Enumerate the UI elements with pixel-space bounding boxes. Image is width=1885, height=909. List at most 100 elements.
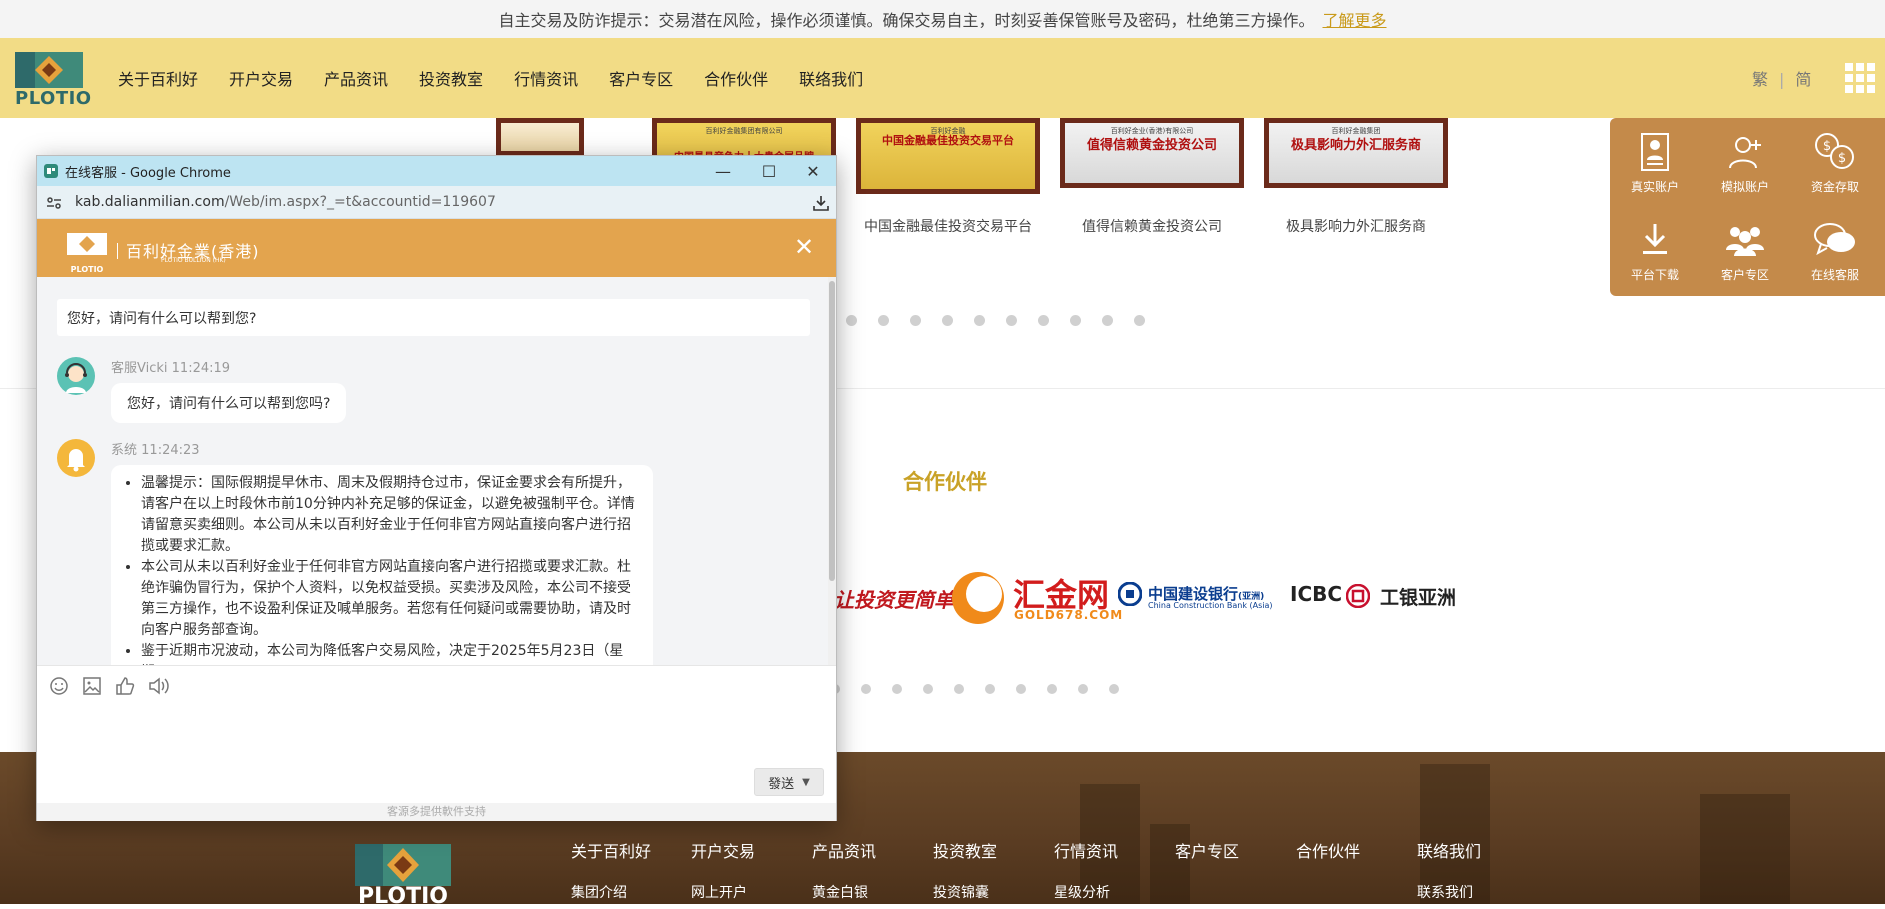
partner-icbc[interactable]: ICBC	[1290, 582, 1342, 606]
emoji-button[interactable]	[49, 676, 69, 700]
send-options-arrow-icon[interactable]: ▼	[802, 777, 810, 788]
quick-client-area[interactable]: 客户专区	[1700, 220, 1790, 283]
footer-nav-about[interactable]: 关于百利好	[571, 838, 651, 862]
carousel-dot[interactable]	[861, 684, 871, 694]
nav-partners[interactable]: 合作伙伴	[704, 66, 768, 90]
footer-sub-group[interactable]: 集团介绍	[571, 882, 627, 902]
carousel-dot[interactable]	[1038, 315, 1049, 326]
money-transfer-icon: $$	[1815, 133, 1854, 169]
chat-close-button[interactable]: ✕	[794, 235, 814, 259]
svg-text:$: $	[1838, 151, 1846, 166]
site-info-icon[interactable]	[45, 194, 63, 212]
chat-support-icon	[1814, 223, 1855, 256]
carousel-dot[interactable]	[878, 315, 889, 326]
quick-real-account[interactable]: 真实账户	[1610, 132, 1700, 195]
chat-message-list[interactable]: 您好，请问有什么可以帮到您? 客服Vicki 11:24:19 您好，请问有什么…	[37, 277, 836, 665]
nav-products[interactable]: 产品资讯	[324, 66, 388, 90]
footer-nav-open-account[interactable]: 开户交易	[691, 838, 755, 862]
image-icon	[83, 677, 101, 695]
nav-education[interactable]: 投资教室	[419, 66, 483, 90]
lang-separator: |	[1779, 70, 1785, 89]
carousel-dot[interactable]	[974, 315, 985, 326]
footer-nav-education[interactable]: 投资教室	[933, 838, 997, 862]
quick-download[interactable]: 平台下载	[1610, 220, 1700, 283]
real-account-icon	[1641, 133, 1669, 171]
minimize-button[interactable]: —	[700, 156, 746, 186]
nav-contact[interactable]: 联络我们	[799, 66, 863, 90]
footer-logo[interactable]: PLOTIO	[355, 844, 451, 909]
system-message-bubble: 温馨提示：国际假期提早休市、周末及假期持仓过市，保证金要求会有所提升，请客户在以…	[111, 465, 653, 665]
system-avatar	[57, 439, 95, 477]
award-subtitle: 百利好金融集团有限公司	[705, 127, 783, 135]
chat-scrollbar-thumb[interactable]	[829, 281, 835, 581]
sender-name: 系统	[111, 443, 138, 458]
learn-more-link[interactable]: 了解更多	[1323, 7, 1387, 31]
carousel-dot[interactable]	[1047, 684, 1057, 694]
thumbs-up-icon	[116, 677, 135, 695]
download-icon[interactable]	[812, 194, 830, 212]
footer-nav-partners[interactable]: 合作伙伴	[1296, 838, 1360, 862]
footer-sub-gold-silver[interactable]: 黄金白银	[812, 882, 868, 902]
nav-open-account[interactable]: 开户交易	[229, 66, 293, 90]
award-carousel-dots	[846, 315, 1166, 326]
send-button[interactable]: 發送 ▼	[754, 768, 824, 796]
footer-nav-market[interactable]: 行情资讯	[1054, 838, 1118, 862]
carousel-dot[interactable]	[1102, 315, 1113, 326]
carousel-dot[interactable]	[954, 684, 964, 694]
grid-menu-icon[interactable]	[1845, 63, 1875, 93]
lang-traditional[interactable]: 繁	[1752, 70, 1768, 89]
image-button[interactable]	[82, 676, 102, 700]
carousel-dot[interactable]	[1006, 315, 1017, 326]
footer-skyline	[1700, 794, 1790, 904]
partner-ccb-en: China Construction Bank (Asia)	[1148, 601, 1273, 610]
footer-sub-online-open[interactable]: 网上开户	[691, 882, 747, 902]
plotio-logo[interactable]: PLOTIO	[15, 52, 91, 109]
address-url[interactable]: kab.dalianmilian.com/Web/im.aspx?_=t&acc…	[75, 194, 496, 210]
quick-chat-support[interactable]: 在线客服	[1790, 220, 1880, 283]
sound-button[interactable]	[148, 676, 170, 700]
nav-client[interactable]: 客户专区	[609, 66, 673, 90]
award-plaque: 百利好金融集团 极具影响力外汇服务商	[1264, 118, 1448, 188]
lang-simplified[interactable]: 简	[1795, 70, 1811, 89]
carousel-dot[interactable]	[892, 684, 902, 694]
carousel-dot[interactable]	[942, 315, 953, 326]
site-favicon-icon	[44, 164, 58, 178]
carousel-dot[interactable]	[1134, 315, 1145, 326]
footer-sub-analysis[interactable]: 星级分析	[1054, 882, 1110, 902]
nav-about[interactable]: 关于百利好	[118, 66, 198, 90]
address-bar[interactable]: kab.dalianmilian.com/Web/im.aspx?_=t&acc…	[37, 186, 836, 219]
carousel-dot[interactable]	[923, 684, 933, 694]
carousel-dot[interactable]	[1078, 684, 1088, 694]
footer-sub-tips[interactable]: 投资锦囊	[933, 882, 989, 902]
rate-button[interactable]	[115, 676, 135, 700]
url-path: /Web/im.aspx?_=t&accountid=119607	[224, 194, 496, 210]
award-title: 值得信赖黄金投资公司	[1086, 138, 1217, 153]
huijin-logo-icon	[950, 570, 1006, 626]
quick-money-transfer[interactable]: $ $ 资金存取	[1790, 132, 1880, 195]
risk-notice-text: 自主交易及防诈提示：交易潜在风险，操作必须谨慎。确保交易自主，时刻妥善保管账号及…	[498, 11, 1315, 30]
carousel-dot[interactable]	[910, 315, 921, 326]
maximize-button[interactable]: ☐	[746, 156, 792, 186]
system-message-item: 温馨提示：国际假期提早休市、周末及假期持仓过市，保证金要求会有所提升，请客户在以…	[141, 473, 637, 557]
partner-carousel-dots	[830, 684, 1140, 694]
carousel-dot[interactable]	[1109, 684, 1119, 694]
carousel-dot[interactable]	[985, 684, 995, 694]
window-close-button[interactable]: ✕	[790, 156, 836, 186]
system-message-list: 温馨提示：国际假期提早休市、周末及假期持仓过市，保证金要求会有所提升，请客户在以…	[123, 473, 637, 665]
emoji-icon	[50, 677, 68, 695]
footer-nav-contact[interactable]: 联络我们	[1417, 838, 1481, 862]
footer-sub-contact[interactable]: 联系我们	[1417, 882, 1473, 902]
chat-header: PLOTIO 百利好金業(香港) PLOTIO BULLION (HK) ✕	[37, 219, 836, 277]
ccb-logo-icon	[1117, 581, 1143, 607]
footer-nav-client[interactable]: 客户专区	[1175, 838, 1239, 862]
footer-nav-products[interactable]: 产品资讯	[812, 838, 876, 862]
chrome-popup-window: 在线客服 - Google Chrome — ☐ ✕ kab.dalianmil…	[36, 155, 837, 821]
carousel-dot[interactable]	[846, 315, 857, 326]
quick-demo-account[interactable]: 模拟账户	[1700, 132, 1790, 195]
window-titlebar[interactable]: 在线客服 - Google Chrome — ☐ ✕	[37, 156, 836, 186]
nav-market[interactable]: 行情资讯	[514, 66, 578, 90]
message-input[interactable]	[37, 705, 836, 787]
carousel-dot[interactable]	[1070, 315, 1081, 326]
carousel-dot[interactable]	[1016, 684, 1026, 694]
quick-label: 资金存取	[1810, 180, 1859, 194]
